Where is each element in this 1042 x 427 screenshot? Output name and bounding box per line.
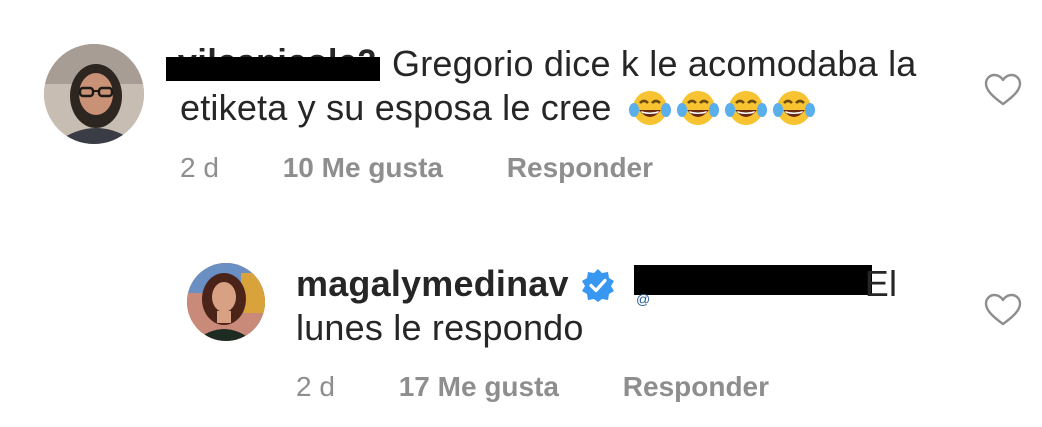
comment-timestamp: 2 d: [180, 152, 219, 183]
face-with-tears-of-joy-icon: [772, 91, 815, 125]
face-with-tears-of-joy-icon: [724, 91, 767, 125]
commenter-avatar[interactable]: [44, 44, 144, 144]
comment-body: Gregorio dice k le acomodaba la etiketa …: [180, 42, 940, 138]
reply-comment-item: @ magalymedinav El lunes le respondo 2 d…: [0, 215, 1042, 427]
heart-outline-icon[interactable]: [984, 73, 1022, 107]
emoji-group: [628, 88, 820, 138]
comment-timestamp: 2 d: [296, 371, 335, 402]
user-avatar-icon: [44, 44, 144, 144]
reply-button[interactable]: Responder: [507, 152, 653, 183]
heart-outline-icon[interactable]: [984, 293, 1022, 327]
face-with-tears-of-joy-icon: [676, 91, 719, 125]
comment-username[interactable]: magalymedinav: [296, 263, 569, 304]
comment-item: vilcanicole2 Gregorio dice k le acomodab…: [0, 0, 1042, 215]
commenter-avatar[interactable]: [187, 263, 265, 341]
comment-body: magalymedinav El lunes le respondo: [296, 262, 936, 350]
reply-button[interactable]: Responder: [623, 371, 769, 402]
verified-badge-icon: [581, 269, 614, 302]
user-avatar-icon: [187, 263, 265, 341]
like-count-link[interactable]: 17 Me gusta: [399, 371, 559, 402]
like-count-link[interactable]: 10 Me gusta: [283, 152, 443, 183]
face-with-tears-of-joy-icon: [628, 91, 671, 125]
comment-meta: 2 d 17 Me gusta Responder: [296, 371, 769, 403]
comment-meta: 2 d 10 Me gusta Responder: [180, 152, 653, 184]
